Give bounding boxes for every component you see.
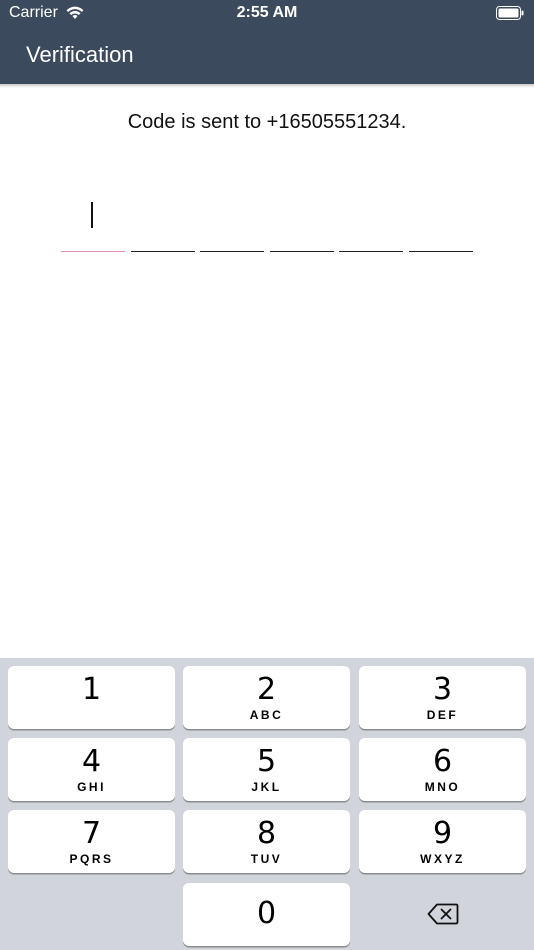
code-digit-box[interactable]: [61, 196, 125, 252]
key-digit: 9: [432, 816, 453, 851]
code-digit-box[interactable]: [130, 196, 195, 252]
key-letters: DEF: [426, 708, 459, 722]
header-shadow: [0, 84, 534, 88]
code-digit-box[interactable]: [409, 196, 473, 252]
key-letters: MNO: [424, 780, 461, 794]
code-digit-box[interactable]: [339, 196, 404, 252]
key-6[interactable]: 6 MNO: [359, 738, 526, 801]
key-4[interactable]: 4 GHI: [8, 738, 175, 801]
status-bar: Carrier 2:55 AM: [0, 0, 534, 28]
page-title: Verification: [26, 42, 134, 67]
verification-code-input[interactable]: [61, 196, 473, 256]
key-digit: 5: [256, 744, 277, 779]
code-digit-box[interactable]: [200, 196, 265, 252]
key-digit: 8: [256, 816, 277, 851]
key-letters: ABC: [249, 708, 284, 722]
text-caret: [91, 202, 93, 228]
key-digit: 2: [256, 672, 277, 707]
key-7[interactable]: 7 PQRS: [8, 810, 175, 873]
key-letters: JKL: [251, 780, 282, 794]
key-digit: 7: [81, 816, 102, 851]
key-1[interactable]: 1: [8, 666, 175, 729]
battery-icon: [496, 6, 524, 20]
navigation-header: Carrier 2:55 AM Verification: [0, 0, 534, 84]
backspace-icon: [427, 903, 459, 925]
key-5[interactable]: 5 JKL: [183, 738, 350, 801]
key-9[interactable]: 9 WXYZ: [359, 810, 526, 873]
key-letters: PQRS: [69, 852, 114, 866]
key-letters: GHI: [77, 780, 106, 794]
status-time: 2:55 AM: [236, 4, 298, 21]
key-digit: 4: [81, 744, 102, 779]
code-digit-box[interactable]: [269, 196, 334, 252]
key-digit: 0: [256, 896, 277, 931]
key-2[interactable]: 2 ABC: [183, 666, 350, 729]
numeric-keypad: 1 2 ABC 3 DEF 4 GHI 5 JKL 6 MNO 7 PQRS 8…: [0, 658, 534, 950]
key-0[interactable]: 0: [183, 883, 350, 946]
key-digit: 3: [432, 672, 453, 707]
key-letters: TUV: [250, 852, 283, 866]
key-3[interactable]: 3 DEF: [359, 666, 526, 729]
key-digit: 1: [81, 672, 102, 707]
key-8[interactable]: 8 TUV: [183, 810, 350, 873]
code-sent-message: Code is sent to +16505551234.: [127, 111, 407, 133]
key-digit: 6: [432, 744, 453, 779]
delete-key[interactable]: [359, 883, 526, 946]
key-letters: WXYZ: [420, 852, 465, 866]
